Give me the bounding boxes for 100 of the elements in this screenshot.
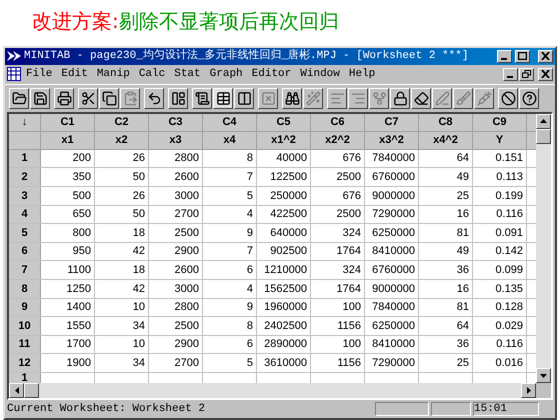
menu-item[interactable]: Editor — [248, 66, 296, 83]
menu-item[interactable]: Window — [296, 66, 344, 83]
row-number[interactable]: 3 — [9, 187, 41, 205]
table-cell: 1550 — [41, 317, 95, 335]
close-button[interactable] — [538, 50, 553, 63]
column-name[interactable]: x2^2 — [311, 132, 365, 149]
crossed-box-button[interactable] — [258, 88, 278, 109]
syringe-button[interactable] — [474, 88, 494, 109]
table-cell: 1156 — [311, 354, 365, 372]
column-name[interactable]: x1^2 — [257, 132, 311, 149]
column-id[interactable]: C7 — [365, 114, 419, 131]
table-cell: 0.128 — [473, 298, 527, 316]
corner-arrow[interactable]: ↓ — [22, 114, 28, 131]
column-id[interactable]: C1 — [41, 114, 95, 131]
wand-button[interactable] — [303, 88, 323, 109]
undo-button[interactable] — [144, 88, 164, 109]
row-number[interactable]: 4 — [9, 206, 41, 224]
status-text: Current Worksheet: Worksheet 2 — [7, 402, 206, 417]
column-name[interactable]: x3^2 — [365, 132, 419, 149]
column-id[interactable]: C3 — [149, 114, 203, 131]
table-cell: 122500 — [257, 168, 311, 186]
column-id[interactable]: C4 — [203, 114, 257, 131]
table-cell: 26 — [95, 150, 149, 168]
horizontal-scrollbar[interactable] — [9, 383, 551, 398]
row-number[interactable]: 2 — [9, 168, 41, 186]
printer-button[interactable] — [54, 88, 74, 109]
menu-item[interactable]: Help — [344, 66, 380, 83]
table-cell: 26 — [95, 187, 149, 205]
row-number[interactable]: 1 — [9, 150, 41, 168]
column-id[interactable]: C9 — [473, 114, 527, 131]
table-cell: 8410000 — [365, 242, 419, 260]
row-number[interactable]: 11 — [9, 336, 41, 354]
minimize-button[interactable] — [503, 68, 518, 81]
column-name[interactable]: Y — [473, 132, 527, 149]
folder-button[interactable] — [9, 88, 29, 109]
vertical-scrollbar[interactable] — [536, 114, 551, 384]
scroll-button[interactable] — [192, 88, 212, 109]
menu-item[interactable]: Calc — [134, 66, 170, 83]
table-button[interactable] — [213, 88, 233, 109]
row-number[interactable]: 6 — [9, 242, 41, 260]
minimize-button[interactable] — [497, 50, 512, 63]
table-cell: 950 — [41, 242, 95, 260]
close-button[interactable] — [538, 68, 553, 81]
row-number[interactable]: 5 — [9, 224, 41, 242]
table-cell: 9 — [203, 298, 257, 316]
scissors-icon — [80, 90, 96, 106]
table-cell: 49 — [419, 168, 473, 186]
table-cell: 0.099 — [473, 261, 527, 280]
table-cell: 2700 — [149, 206, 203, 224]
help-icon — [522, 90, 536, 106]
scissors-button[interactable] — [78, 88, 98, 109]
column-id[interactable]: C8 — [419, 114, 473, 131]
save-button[interactable] — [30, 88, 50, 109]
copy-button[interactable] — [99, 88, 119, 109]
binoculars-button[interactable] — [282, 88, 302, 109]
scroll-thumb[interactable] — [24, 383, 39, 398]
table-cell: 18 — [95, 224, 149, 242]
scroll-thumb[interactable] — [536, 128, 551, 144]
menu-item[interactable]: Manip — [92, 66, 134, 83]
eraser-button[interactable] — [411, 88, 431, 109]
column-id[interactable]: C5 — [257, 114, 311, 131]
prohibited-button[interactable] — [498, 88, 518, 109]
window-button[interactable] — [168, 88, 188, 109]
column-name[interactable]: x3 — [149, 132, 203, 149]
column-name[interactable]: x2 — [95, 132, 149, 149]
slide-title-label: 改进方案: — [32, 9, 119, 35]
table-cell: 50 — [95, 206, 149, 224]
table-cell: 7 — [203, 242, 257, 260]
column-name[interactable]: x1 — [41, 132, 95, 149]
column-name[interactable]: x4^2 — [419, 132, 473, 149]
menu-item[interactable]: Stat — [170, 66, 205, 83]
table-cell: 42 — [95, 242, 149, 260]
restore-button[interactable] — [519, 68, 534, 81]
menu-item[interactable]: Graph — [206, 66, 247, 83]
paste-button[interactable] — [120, 88, 140, 109]
brush-button[interactable] — [453, 88, 473, 109]
table-cell: 34 — [95, 317, 149, 335]
column-id[interactable]: C2 — [95, 114, 149, 131]
branch-button[interactable] — [369, 88, 389, 109]
lock-button[interactable] — [390, 88, 410, 109]
column-name[interactable]: x4 — [203, 132, 257, 149]
row-number[interactable]: 10 — [9, 317, 41, 335]
menu-item[interactable]: Edit — [57, 66, 92, 83]
row-number[interactable]: 12 — [9, 354, 41, 372]
slide-title: 剔除不显著项后再次回归 — [118, 9, 339, 35]
row-number[interactable]: 1 — [9, 373, 41, 384]
table-cell: 2600 — [149, 168, 203, 186]
table-cell: 25 — [419, 354, 473, 372]
maximize-button[interactable] — [515, 50, 530, 63]
help-button[interactable] — [519, 88, 539, 109]
table-cell: 2500 — [311, 206, 365, 224]
columns-button[interactable] — [234, 88, 254, 109]
pen-button[interactable] — [432, 88, 452, 109]
crossed-box-icon — [260, 90, 276, 106]
row-number[interactable]: 8 — [9, 280, 41, 298]
row-number[interactable]: 9 — [9, 298, 41, 316]
column-id[interactable]: C6 — [311, 114, 365, 131]
row-number[interactable]: 7 — [9, 261, 41, 280]
menu-item[interactable]: File — [22, 66, 56, 83]
table-cell: 18 — [95, 261, 149, 280]
